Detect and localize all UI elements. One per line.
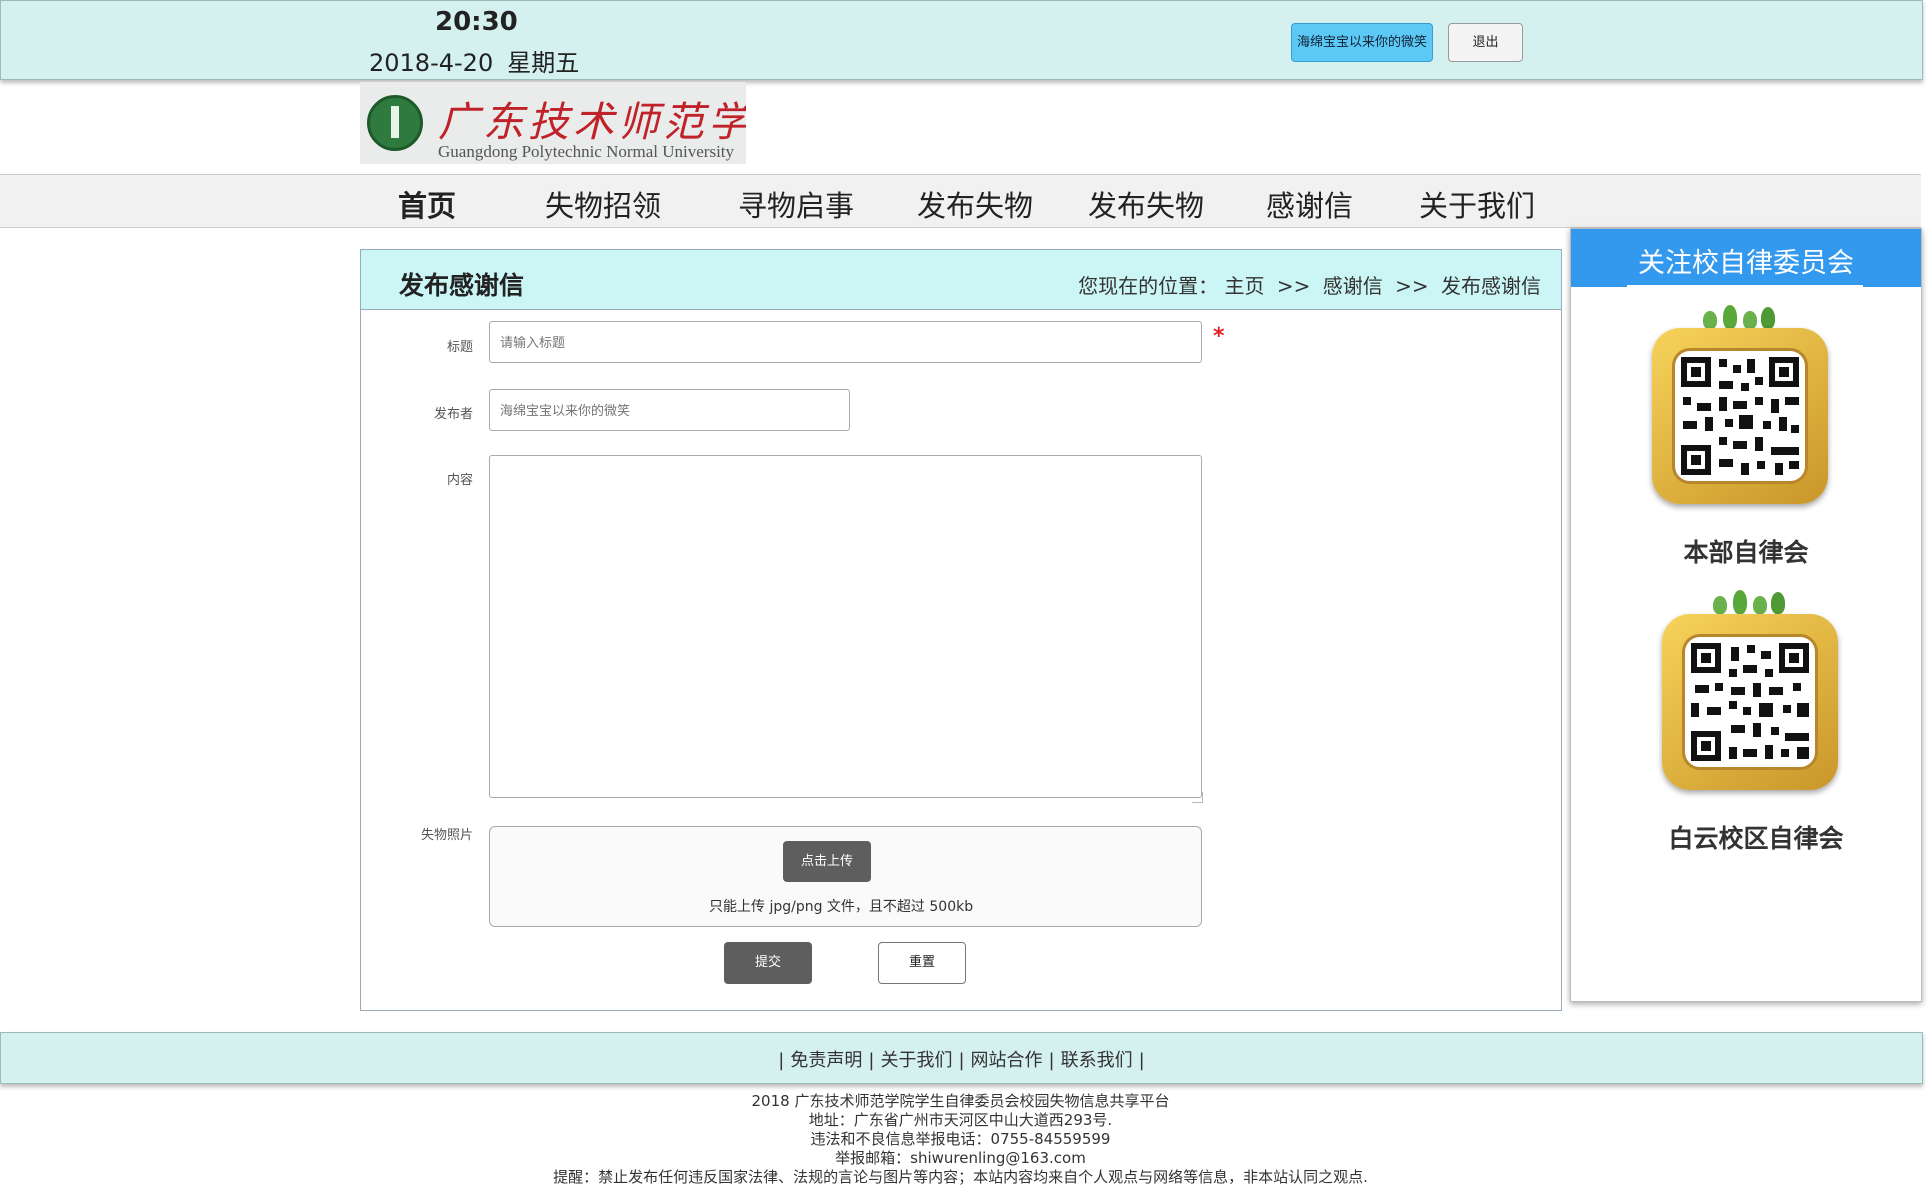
logo-english-text: Guangdong Polytechnic Normal University xyxy=(438,142,735,161)
qr-code-main-campus[interactable] xyxy=(1652,328,1828,504)
university-logo[interactable]: 广东技术师范学院 Guangdong Polytechnic Normal Un… xyxy=(360,82,746,164)
title-label: 标题 xyxy=(446,340,473,355)
required-mark: * xyxy=(1213,324,1225,349)
footer-link-contact[interactable]: 联系我们 xyxy=(1061,1050,1133,1071)
upload-area[interactable]: 点击上传 只能上传 jpg/png 文件，且不超过 500kb xyxy=(489,826,1202,927)
breadcrumb-current: 发布感谢信 xyxy=(1441,274,1541,298)
footer-link-cooperation[interactable]: 网站合作 xyxy=(971,1050,1043,1071)
author-label: 发布者 xyxy=(433,407,473,422)
university-emblem-icon xyxy=(367,95,423,151)
main-nav: 首页 失物招领 寻物启事 发布失物 发布失物 感谢信 关于我们 xyxy=(0,174,1921,228)
sidebar-title: 关注校自律委员会 xyxy=(1638,248,1854,279)
date-text: 2018-4-20 xyxy=(369,49,494,77)
breadcrumb: 您现在的位置： 主页 >> 感谢信 >> 发布感谢信 xyxy=(1078,270,1541,299)
clock-date: 2018-4-20 星期五 xyxy=(369,43,593,78)
trees-decoration-icon xyxy=(1673,584,1813,614)
photo-label: 失物照片 xyxy=(420,828,473,843)
panel-header: 发布感谢信 您现在的位置： 主页 >> 感谢信 >> 发布感谢信 xyxy=(361,250,1561,310)
follow-sidebar: 关注校自律委员会 本部自律会 白云校区自律会 xyxy=(1570,228,1922,1002)
footer-report-email: 举报邮箱：shiwurenling@163.com xyxy=(835,1149,1086,1167)
submit-button[interactable]: 提交 xyxy=(724,942,812,984)
breadcrumb-separator: >> xyxy=(1276,274,1311,298)
clock-time: 20:30 xyxy=(435,7,518,37)
nav-home[interactable]: 首页 xyxy=(398,183,456,225)
qr-code-icon xyxy=(1672,348,1808,484)
nav-thanks-letter[interactable]: 感谢信 xyxy=(1266,183,1353,225)
footer-link-about[interactable]: 关于我们 xyxy=(880,1050,952,1071)
nav-search-notice[interactable]: 寻物启事 xyxy=(738,183,854,225)
author-input[interactable] xyxy=(489,389,850,431)
logo-chinese-text: 广东技术师范学院 xyxy=(438,98,746,146)
user-button[interactable]: 海绵宝宝以来你的微笑 xyxy=(1291,23,1433,62)
qr-code-icon xyxy=(1682,634,1818,770)
sidebar-title-underline xyxy=(1627,285,1863,287)
breadcrumb-prefix: 您现在的位置： xyxy=(1078,274,1219,298)
qr-label-baiyun-campus: 白云校区自律会 xyxy=(1668,824,1844,853)
footer-links: | 免责声明 | 关于我们 | 网站合作 | 联系我们 | xyxy=(778,1050,1145,1071)
title-input[interactable] xyxy=(489,321,1202,363)
qr-code-baiyun-campus[interactable] xyxy=(1662,614,1838,790)
resize-handle-icon[interactable] xyxy=(1192,792,1203,803)
breadcrumb-separator: >> xyxy=(1395,274,1429,298)
footer-link-disclaimer[interactable]: 免责声明 xyxy=(790,1050,862,1071)
footer-info: 2018 广东技术师范学院学生自律委员会校园失物信息共享平台 地址：广东省广州市… xyxy=(0,1092,1921,1187)
nav-about-us[interactable]: 关于我们 xyxy=(1419,183,1535,225)
upload-button[interactable]: 点击上传 xyxy=(783,841,871,882)
reset-button[interactable]: 重置 xyxy=(878,942,966,984)
logout-button[interactable]: 退出 xyxy=(1448,23,1523,62)
footer-report-phone: 违法和不良信息举报电话：0755-84559599 xyxy=(810,1130,1111,1148)
footer-notice: 提醒：禁止发布任何违反国家法律、法规的言论与图片等内容；本站内容均来自个人观点与… xyxy=(553,1168,1368,1186)
nav-publish-lost[interactable]: 发布失物 xyxy=(917,183,1033,225)
weekday-text: 星期五 xyxy=(507,49,580,77)
page-title: 发布感谢信 xyxy=(399,271,525,300)
breadcrumb-home[interactable]: 主页 xyxy=(1225,274,1265,298)
content-textarea[interactable] xyxy=(489,455,1203,803)
breadcrumb-thanks[interactable]: 感谢信 xyxy=(1323,274,1383,298)
content-label: 内容 xyxy=(446,473,473,488)
footer-address: 地址：广东省广州市天河区中山大道西293号. xyxy=(808,1111,1113,1129)
nav-lost-found[interactable]: 失物招领 xyxy=(545,183,661,225)
footer-copyright: 2018 广东技术师范学院学生自律委员会校园失物信息共享平台 xyxy=(751,1092,1170,1110)
trees-decoration-icon xyxy=(1663,299,1803,329)
upload-hint: 只能上传 jpg/png 文件，且不超过 500kb xyxy=(709,899,974,915)
qr-label-main-campus: 本部自律会 xyxy=(1683,538,1809,567)
sidebar-header: 关注校自律委员会 xyxy=(1571,229,1921,287)
nav-publish-lost-2[interactable]: 发布失物 xyxy=(1088,183,1204,225)
publish-thanks-panel: 发布感谢信 您现在的位置： 主页 >> 感谢信 >> 发布感谢信 标题 * 发布… xyxy=(360,249,1562,1011)
top-bar: 20:30 2018-4-20 星期五 海绵宝宝以来你的微笑 退出 xyxy=(0,0,1923,80)
footer-links-bar: | 免责声明 | 关于我们 | 网站合作 | 联系我们 | xyxy=(0,1032,1923,1084)
